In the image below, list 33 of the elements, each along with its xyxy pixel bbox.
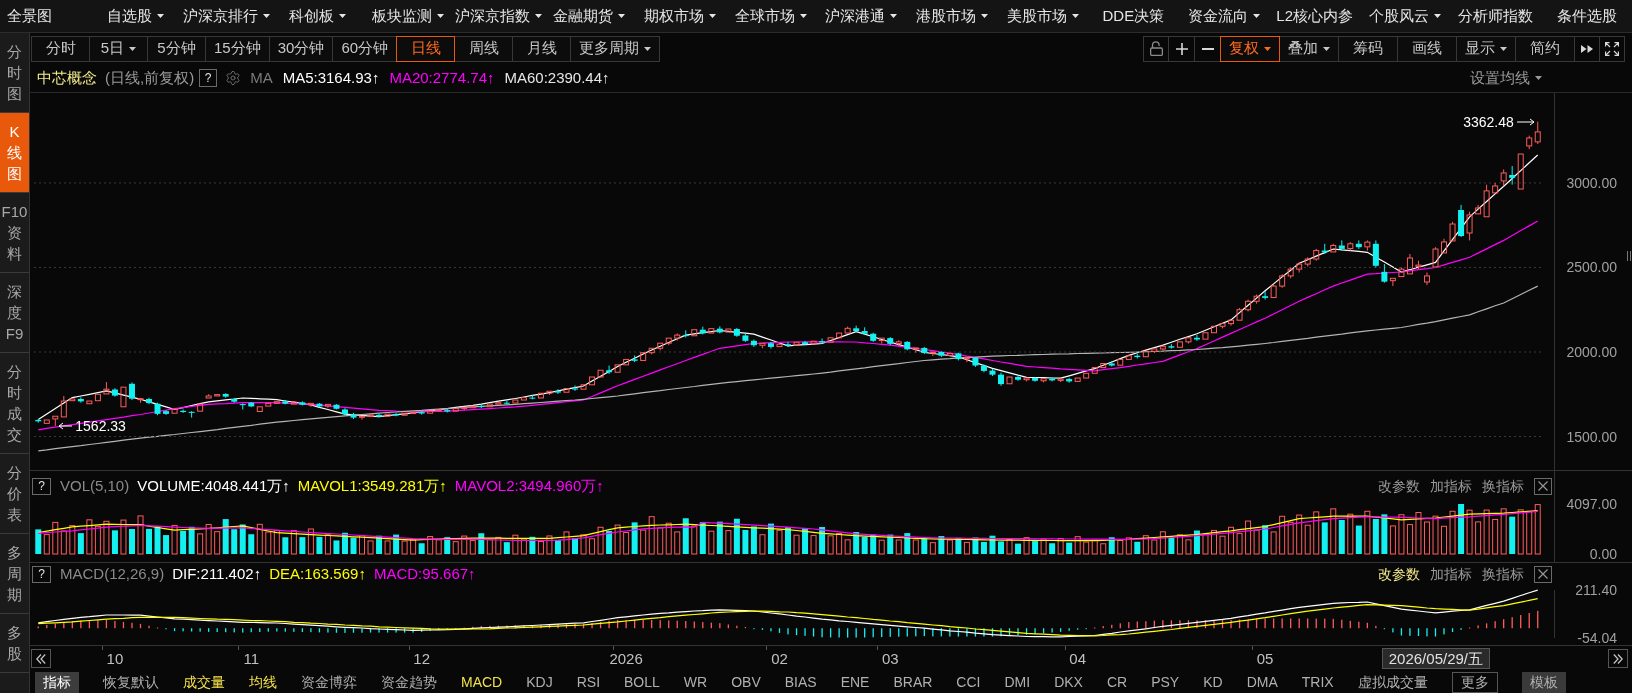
indicator-readout: MAVOL1:3549.281万↑ xyxy=(297,475,447,496)
date-axis-label: 02 xyxy=(771,650,788,668)
indicator-readout: MA20:2774.74↑ xyxy=(389,67,495,88)
macd-axis-label: 211.40 xyxy=(1575,582,1617,598)
indicator-readout: MAVOL2:3494.960万↑ xyxy=(454,475,604,496)
price-axis-label: 3000.00 xyxy=(1566,173,1617,192)
max-price-label: 3362.48 xyxy=(1463,112,1514,131)
price-axis-label: 2000.00 xyxy=(1566,343,1617,361)
date-axis-label: 10 xyxy=(106,650,124,668)
indicator-readout: MA5:3164.93↑ xyxy=(282,67,380,88)
cursor-date-label: 2026/05/29/五 xyxy=(1381,648,1490,669)
date-axis-label: 05 xyxy=(1256,650,1274,668)
macd-axis-label: -54.04 xyxy=(1577,630,1617,646)
indicator-readout: MACD:95.667↑ xyxy=(373,563,476,584)
indicator-readout: DIF:211.402↑ xyxy=(172,563,262,584)
date-axis-label: 11 xyxy=(243,650,260,668)
indicator-readout: DEA:163.569↑ xyxy=(269,563,366,584)
min-price-label: 1562.33 xyxy=(75,417,126,435)
date-axis-label: 2026 xyxy=(609,650,643,668)
price-axis-label: 1500.00 xyxy=(1566,427,1617,446)
date-axis-label: 03 xyxy=(881,650,899,668)
indicator-readout: VOLUME:4048.441万↑ xyxy=(137,475,290,496)
date-axis-label: 12 xyxy=(413,650,430,668)
stock-name: 中芯概念 xyxy=(37,67,97,88)
chart-mode-label: (日线,前复权) xyxy=(105,67,195,88)
volume-axis-label: 0.00 xyxy=(1589,545,1617,563)
indicator-readout: MA60:2390.44↑ xyxy=(504,67,610,88)
date-axis-label: 04 xyxy=(1069,650,1086,668)
indicator-name: MA xyxy=(250,67,273,88)
price-axis-label: 2500.00 xyxy=(1566,258,1617,277)
indicator-name: MACD(12,26,9) xyxy=(60,563,165,584)
indicator-name: VOL(5,10) xyxy=(60,475,130,496)
volume-axis-label: 4097.00 xyxy=(1566,495,1617,513)
